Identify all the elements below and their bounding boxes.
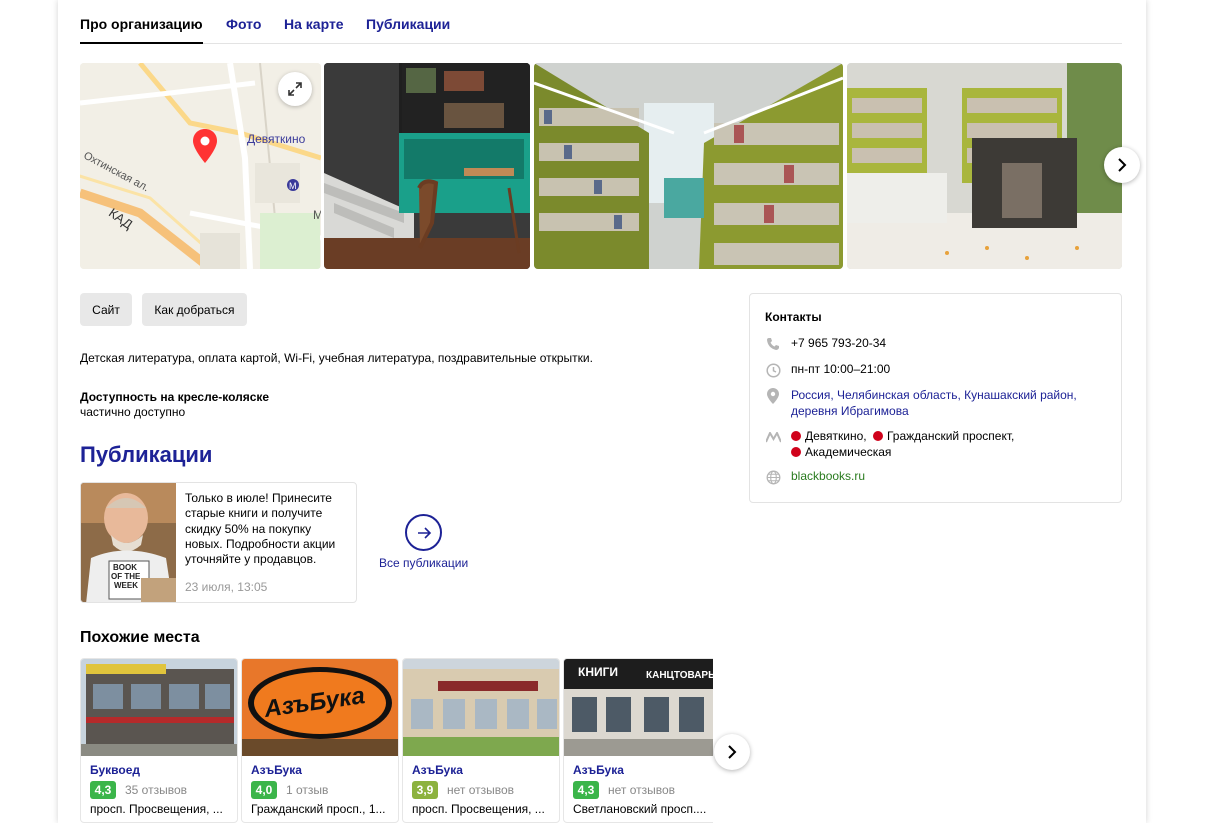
accessibility-title: Доступность на кресле-коляске <box>80 390 270 404</box>
publication-card[interactable]: BOOK OF THE WEEK Только в июле! Принесит… <box>80 482 357 603</box>
place-address: Светлановский просп.... <box>573 802 707 816</box>
reviews-count: 1 отзыв <box>286 783 329 797</box>
working-hours: пн-пт 10:00–21:00 <box>791 362 891 376</box>
site-button[interactable]: Сайт <box>80 293 132 326</box>
photo-gallery: M КАД Охтинская ал. Девяткино М <box>80 63 1122 269</box>
metro-station-2: Гражданский проспект, <box>886 429 1015 443</box>
address-line-2[interactable]: деревня Ибрагимова <box>791 404 909 418</box>
map-preview[interactable]: M КАД Охтинская ал. Девяткино М <box>80 63 321 269</box>
place-address: Гражданский просп., 1... <box>251 802 386 816</box>
rating-badge: 4,3 <box>90 781 116 799</box>
tab-about[interactable]: Про организацию <box>80 16 203 44</box>
metro-line-dot <box>872 431 883 441</box>
reviews-count: нет отзывов <box>608 783 676 797</box>
publications-heading[interactable]: Публикации <box>80 442 212 468</box>
shirt-text-3: WEEK <box>114 581 138 590</box>
all-publications-button[interactable] <box>405 514 442 551</box>
phone-number[interactable]: +7 965 793-20-34 <box>791 336 1101 352</box>
place-name[interactable]: АзъБука <box>412 763 463 777</box>
svg-text:M: M <box>289 181 297 191</box>
route-button[interactable]: Как добраться <box>142 293 247 326</box>
accessibility-value: частично доступно <box>80 405 186 419</box>
reviews-count: 35 отзывов <box>125 783 188 797</box>
arrow-right-icon <box>417 526 431 539</box>
tabs-bar: Про организацию Фото На карте Публикации <box>80 0 1122 44</box>
metro-line-dot <box>791 446 801 457</box>
chevron-right-icon <box>728 745 737 759</box>
publication-image: BOOK OF THE WEEK <box>81 483 176 602</box>
photo-2-image <box>534 63 843 269</box>
similar-place-card[interactable]: Буквоед 4,3 35 отзывов просп. Просвещени… <box>80 658 238 823</box>
website-link[interactable]: blackbooks.ru <box>791 469 1101 485</box>
place-name[interactable]: Буквоед <box>90 763 140 777</box>
place-address: просп. Просвещения, ... <box>90 802 223 816</box>
shop-sign-books: КНИГИ <box>578 665 619 679</box>
publication-date: 23 июля, 13:05 <box>185 580 268 594</box>
phone-icon <box>765 336 781 352</box>
contacts-title: Контакты <box>765 310 822 324</box>
rating-badge: 4,0 <box>251 781 277 799</box>
tab-map[interactable]: На карте <box>284 16 344 32</box>
shirt-text-1: BOOK <box>113 563 137 572</box>
place-photo <box>403 659 559 756</box>
photo-1[interactable] <box>324 63 530 269</box>
contacts-panel: Контакты +7 965 793-20-34 пн-пт 10:00–21… <box>749 293 1122 503</box>
place-photo: КНИГИ КАНЦТОВАРЫ <box>564 659 713 756</box>
organization-card: Про организацию Фото На карте Публикации… <box>58 0 1146 823</box>
photo-3-image <box>847 63 1122 269</box>
metro-line-dot <box>791 431 801 441</box>
all-publications-link[interactable]: Все публикации <box>379 556 468 570</box>
map-pin-icon <box>193 129 217 168</box>
metro-stations: Девяткино, Гражданский проспект, Академи… <box>791 429 1101 460</box>
shirt-text-2: OF THE <box>111 572 141 581</box>
place-photo <box>81 659 237 756</box>
description-text: Детская литература, оплата картой, Wi-Fi… <box>80 351 593 365</box>
similar-places-list: Буквоед 4,3 35 отзывов просп. Просвещени… <box>80 658 713 823</box>
similar-place-card[interactable]: АзъБука 3,9 нет отзывов просп. Просвещен… <box>402 658 560 823</box>
expand-map-button[interactable] <box>278 72 312 106</box>
address[interactable]: Россия, Челябинская область, Кунашакский… <box>791 388 1101 419</box>
location-pin-icon <box>765 388 781 404</box>
chevron-right-icon <box>1118 158 1127 172</box>
shop-sign-stationery: КАНЦТОВАРЫ <box>646 670 713 681</box>
reviews-count: нет отзывов <box>447 783 515 797</box>
publication-text: Только в июле! Принесите старые книги и … <box>185 491 336 567</box>
expand-icon <box>288 82 302 96</box>
similar-next-button[interactable] <box>714 734 750 770</box>
place-name[interactable]: АзъБука <box>573 763 624 777</box>
rating-badge: 4,3 <box>573 781 599 799</box>
place-photo: АзъБука <box>242 659 398 756</box>
metro-icon <box>765 429 781 445</box>
photo-3[interactable] <box>847 63 1122 269</box>
metro-station-3: Академическая <box>805 444 892 459</box>
address-line-1[interactable]: Россия, Челябинская область, Кунашакский… <box>791 388 1077 402</box>
map-letter-label: М <box>313 208 321 222</box>
tab-photo[interactable]: Фото <box>226 16 261 32</box>
similar-place-card[interactable]: АзъБука АзъБука 4,0 1 отзыв Гражданский … <box>241 658 399 823</box>
metro-station-1: Девяткино, <box>805 429 867 443</box>
place-address: просп. Просвещения, ... <box>412 802 545 816</box>
globe-icon <box>765 469 781 485</box>
place-name[interactable]: АзъБука <box>251 763 302 777</box>
photo-1-image <box>324 63 530 269</box>
rating-badge: 3,9 <box>412 781 438 799</box>
map-station-label: Девяткино <box>247 132 306 146</box>
gallery-next-button[interactable] <box>1104 147 1140 183</box>
photo-2[interactable] <box>534 63 843 269</box>
similar-places-heading: Похожие места <box>80 629 200 646</box>
similar-place-card[interactable]: КНИГИ КАНЦТОВАРЫ АзъБука 4,3 нет отзывов… <box>563 658 713 823</box>
clock-icon <box>765 362 781 378</box>
tab-publications[interactable]: Публикации <box>366 16 450 32</box>
